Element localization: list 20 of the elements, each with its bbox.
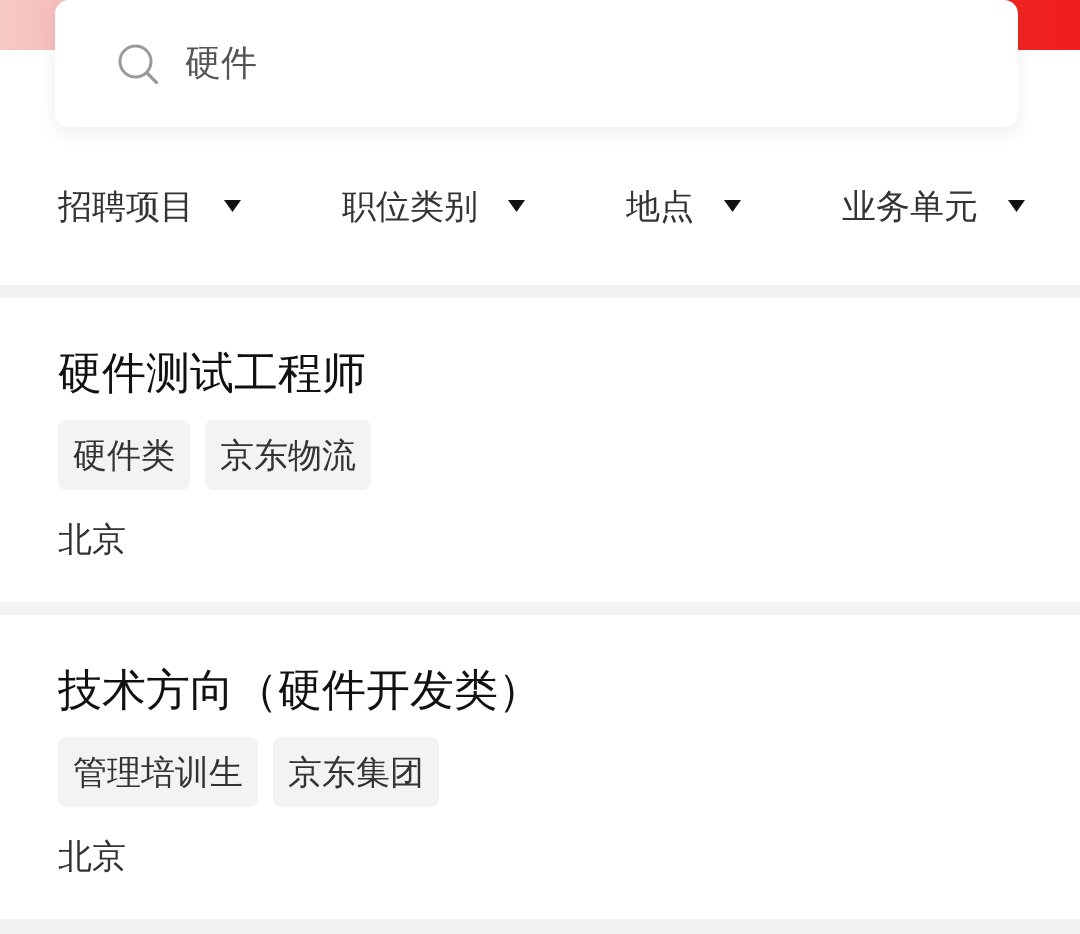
job-title: 技术方向（硬件开发类） [58,663,542,717]
job-title: 硬件测试工程师 [58,346,366,400]
job-location: 北京 [58,836,126,876]
job-card[interactable]: 硬件测试工程师 硬件类 京东物流 北京 [0,298,1080,602]
job-location: 北京 [58,519,126,559]
filter-dropdown[interactable]: 业务单元 [842,183,1025,229]
filter-dropdown[interactable]: 职位类别 [342,183,525,229]
filter-dropdown[interactable]: 地点 [626,183,741,229]
caret-icon [1008,200,1025,212]
caret-icon [724,200,741,212]
search-icon [118,43,158,84]
job-tag: 京东集团 [273,737,439,807]
filter-dropdown[interactable]: 招聘项目 [58,183,241,229]
job-card[interactable]: 技术方向（硬件开发类） 管理培训生 京东集团 北京 [0,615,1080,919]
caret-icon [508,200,525,212]
job-tag: 硬件类 [58,420,190,490]
search-field[interactable]: 硬件 [185,38,785,89]
caret-icon [224,200,241,212]
job-tag: 京东物流 [205,420,371,490]
job-tag: 管理培训生 [58,737,258,807]
